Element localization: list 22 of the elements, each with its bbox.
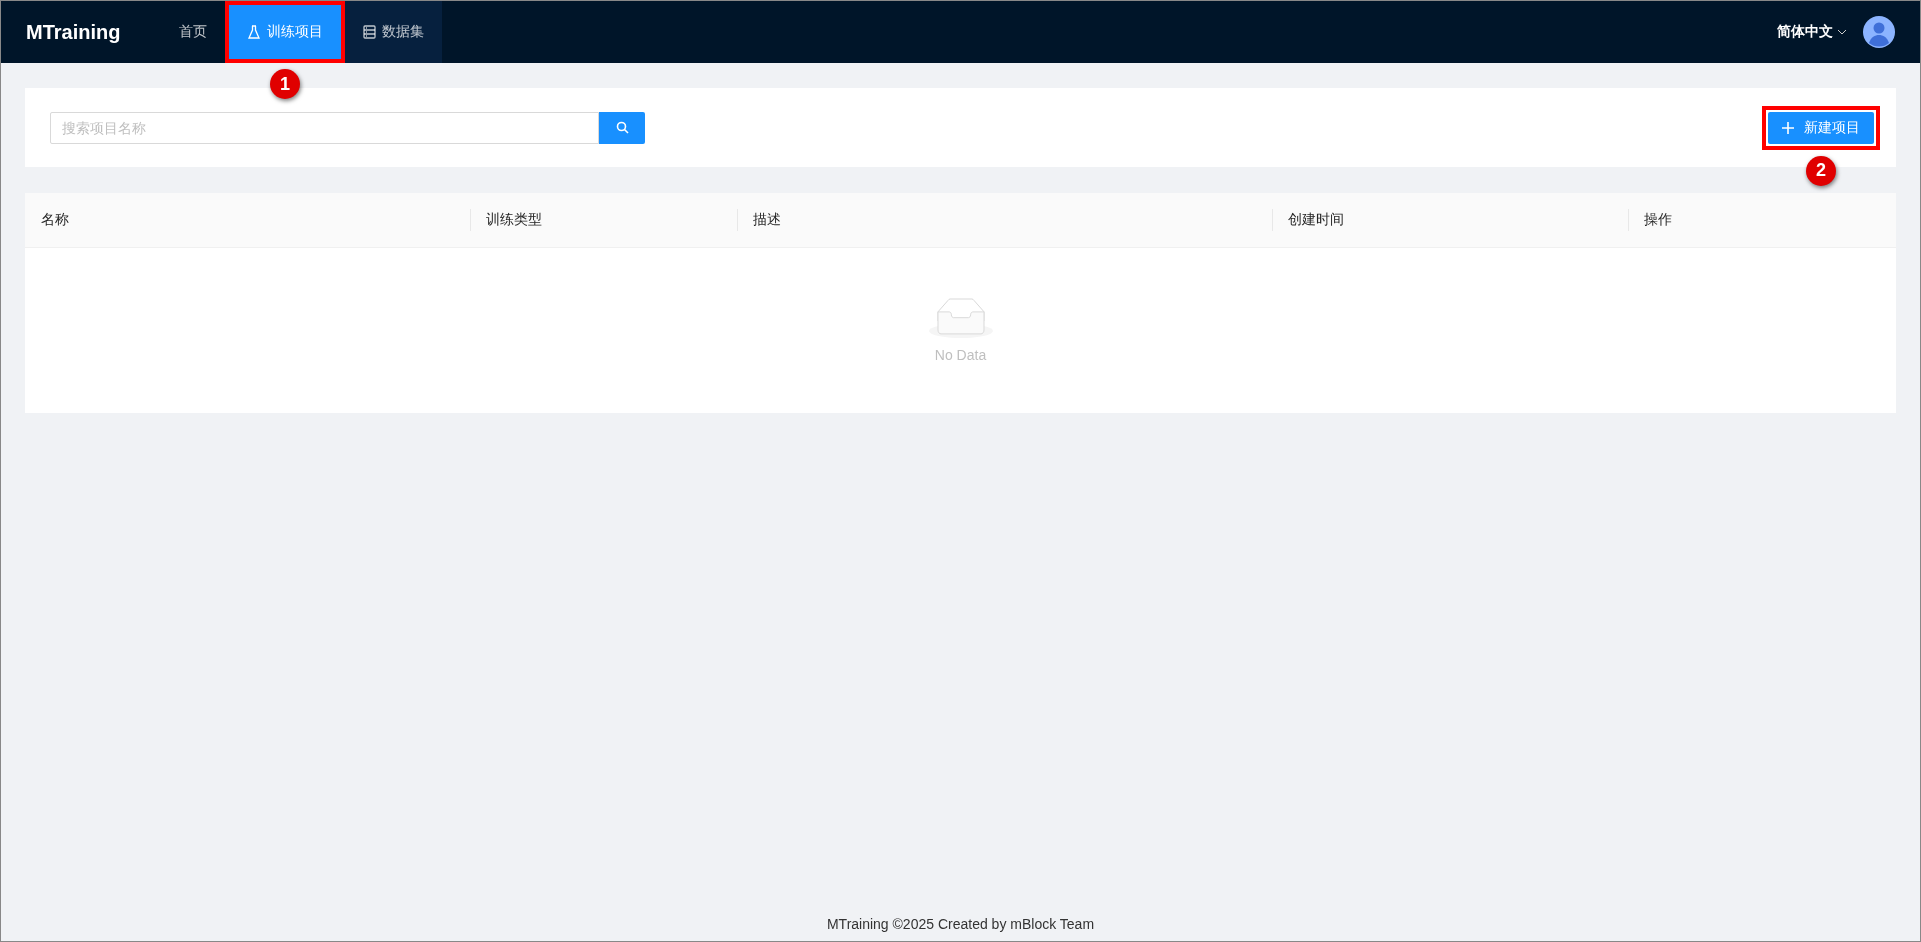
language-selector[interactable]: 简体中文	[1777, 23, 1833, 41]
search-icon	[615, 121, 629, 134]
chevron-down-icon	[1837, 29, 1847, 35]
app-logo: MTraining	[26, 20, 121, 44]
callout-badge: 1	[270, 69, 300, 99]
nav-tab[interactable]: 数据集	[345, 1, 442, 63]
footer-text: MTraining ©2025 Created by mBlock Team	[826, 916, 1095, 932]
empty-text: No Data	[934, 347, 987, 363]
flask-icon	[247, 25, 261, 39]
column-header: 训练类型	[470, 193, 737, 247]
empty-inbox-icon	[928, 298, 993, 339]
search-field[interactable]: 搜索项目名称	[50, 111, 599, 144]
plus-icon	[1782, 121, 1794, 134]
nav-tab[interactable]: 首页	[161, 1, 225, 63]
column-header: 描述	[737, 193, 1272, 247]
column-header: 名称	[40, 210, 70, 229]
column-header: 创建时间	[1272, 193, 1628, 247]
list-icon	[363, 25, 376, 39]
avatar-icon[interactable]	[1863, 16, 1895, 48]
search-button[interactable]	[599, 111, 645, 144]
callout-badge: 2	[1806, 155, 1836, 186]
column-header: 操作	[1628, 193, 1896, 247]
